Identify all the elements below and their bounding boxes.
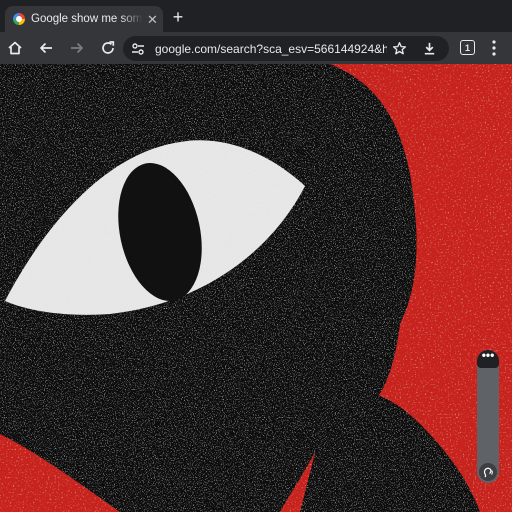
- reload-icon: [102, 41, 115, 54]
- home-button[interactable]: [5, 38, 25, 58]
- download-icon[interactable]: [422, 41, 437, 56]
- tab-title: Google show me some pi: [31, 13, 143, 25]
- address-bar[interactable]: google.com/search?sca_esv=566144924&hl=e: [123, 36, 449, 61]
- back-arrow-icon: [40, 42, 52, 54]
- url-text[interactable]: google.com/search?sca_esv=566144924&hl=e: [155, 42, 387, 56]
- star-icon[interactable]: [392, 41, 407, 56]
- tune-icon[interactable]: [131, 42, 145, 56]
- browser-tab[interactable]: Google show me some pi ✕: [5, 6, 163, 32]
- forward-arrow-icon: [71, 42, 83, 54]
- close-tab-icon[interactable]: ✕: [147, 13, 158, 26]
- new-tab-button[interactable]: +: [170, 8, 186, 26]
- floating-side-panel[interactable]: •••: [477, 349, 499, 483]
- forward-button[interactable]: [67, 38, 87, 58]
- listen-button[interactable]: [479, 463, 497, 481]
- browser-toolbar: google.com/search?sca_esv=566144924&hl=e…: [0, 32, 512, 64]
- dark-figure-illustration: [0, 64, 512, 512]
- back-button[interactable]: [36, 38, 56, 58]
- more-options-button[interactable]: •••: [477, 349, 499, 368]
- listen-audio-icon: [483, 467, 493, 478]
- reload-button[interactable]: [98, 38, 118, 58]
- home-icon: [8, 41, 22, 55]
- tab-count-button[interactable]: 1: [460, 40, 475, 55]
- page-content-image: [0, 64, 512, 512]
- google-favicon-icon: [13, 13, 25, 25]
- kebab-menu-icon[interactable]: [488, 39, 500, 57]
- tab-strip: Google show me some pi ✕ +: [0, 0, 512, 32]
